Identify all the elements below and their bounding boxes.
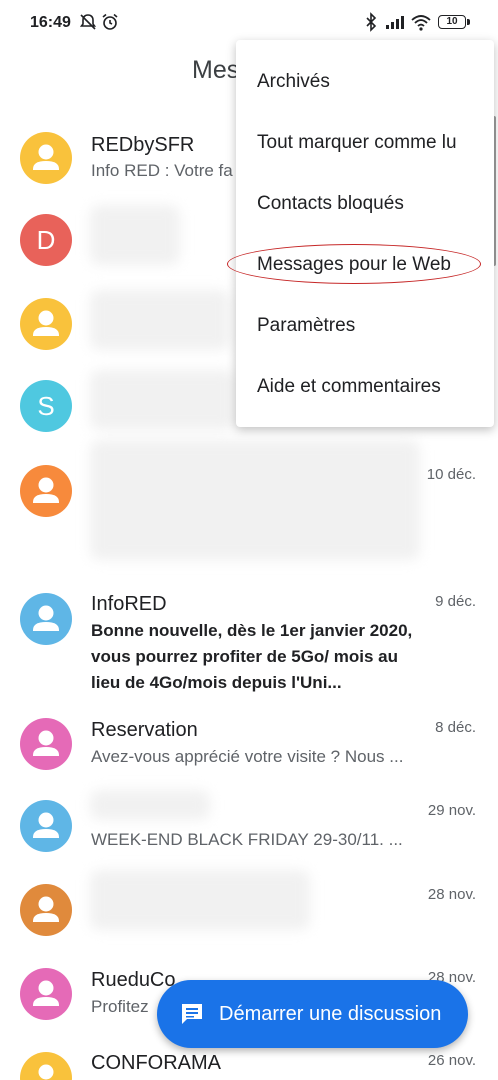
person-icon bbox=[33, 730, 59, 756]
list-item[interactable]: CONFORAMA 26 nov. bbox=[0, 1048, 498, 1080]
menu-item-blocked-contacts[interactable]: Contacts bloqués bbox=[257, 193, 404, 215]
message-date: 26 nov. bbox=[427, 1052, 476, 1069]
redacted-area bbox=[90, 440, 420, 560]
chat-icon bbox=[182, 1004, 202, 1024]
avatar bbox=[20, 800, 72, 852]
person-icon bbox=[33, 477, 59, 503]
person-icon bbox=[33, 980, 59, 1006]
page-title: Mes bbox=[192, 56, 240, 84]
menu-item-mark-all-read[interactable]: Tout marquer comme lu bbox=[257, 132, 457, 154]
avatar bbox=[20, 1052, 72, 1080]
message-snippet: WEEK-END BLACK FRIDAY 29-30/11. ... bbox=[91, 830, 403, 849]
message-date: 8 déc. bbox=[435, 719, 476, 736]
avatar: D bbox=[20, 214, 72, 266]
message-date: 29 nov. bbox=[427, 802, 476, 819]
avatar bbox=[20, 968, 72, 1020]
message-snippet: Avez-vous apprécié votre visite ? Nous .… bbox=[91, 747, 404, 766]
bluetooth-icon bbox=[366, 12, 377, 32]
start-chat-button[interactable]: Démarrer une discussion bbox=[157, 980, 468, 1048]
menu-item-archived[interactable]: Archivés bbox=[257, 71, 330, 93]
alarm-icon bbox=[102, 13, 118, 30]
signal-icon bbox=[386, 16, 404, 29]
contact-name: InfoRED bbox=[91, 593, 167, 615]
redacted-area bbox=[90, 205, 180, 265]
redacted-area bbox=[90, 370, 235, 430]
redacted-area bbox=[90, 290, 230, 350]
person-icon bbox=[38, 1064, 54, 1080]
message-date: 9 déc. bbox=[435, 593, 476, 610]
list-item[interactable]: Reservation Avez-vous apprécié votre vis… bbox=[0, 714, 498, 774]
person-icon bbox=[33, 896, 59, 922]
overflow-menu: Archivés Tout marquer comme lu Contacts … bbox=[236, 40, 494, 427]
avatar: S bbox=[20, 380, 72, 432]
redacted-area bbox=[90, 790, 210, 820]
avatar-letter: S bbox=[37, 391, 55, 421]
annotation-ellipse bbox=[227, 244, 481, 284]
message-snippet: Profitez bbox=[91, 997, 149, 1016]
person-icon bbox=[33, 812, 59, 838]
menu-item-settings[interactable]: Paramètres bbox=[257, 315, 355, 337]
contact-name: CONFORAMA bbox=[91, 1052, 221, 1074]
avatar bbox=[20, 298, 72, 350]
status-time: 16:49 bbox=[30, 14, 71, 31]
avatar bbox=[20, 465, 72, 517]
avatar bbox=[20, 718, 72, 770]
message-snippet: Info RED : Votre fa bbox=[91, 161, 233, 180]
start-chat-label: Démarrer une discussion bbox=[219, 1003, 442, 1025]
wifi-icon bbox=[411, 15, 431, 31]
list-item[interactable]: InfoRED Bonne nouvelle, dès le 1er janvi… bbox=[0, 588, 498, 698]
list-item[interactable]: WEEK-END BLACK FRIDAY 29-30/11. ... 29 n… bbox=[0, 796, 498, 856]
avatar bbox=[20, 593, 72, 645]
person-icon bbox=[33, 310, 59, 336]
redacted-area bbox=[90, 870, 310, 930]
person-icon bbox=[33, 144, 59, 170]
battery-level: 10 bbox=[446, 16, 458, 27]
message-date: 10 déc. bbox=[426, 466, 476, 483]
avatar bbox=[20, 884, 72, 936]
message-date: 28 nov. bbox=[427, 886, 476, 903]
message-snippet: Bonne nouvelle, dès le 1er janvier 2020,… bbox=[91, 621, 413, 692]
notifications-off-icon bbox=[79, 14, 97, 30]
person-icon bbox=[33, 605, 59, 631]
avatar-letter: D bbox=[36, 225, 56, 255]
contact-name: RueduCo bbox=[91, 969, 176, 991]
avatar bbox=[20, 132, 72, 184]
battery-icon: 10 bbox=[438, 15, 470, 29]
contact-name: Reservation bbox=[91, 719, 198, 741]
contact-name: REDbySFR bbox=[91, 134, 195, 156]
menu-item-help-feedback[interactable]: Aide et commentaires bbox=[257, 376, 441, 398]
